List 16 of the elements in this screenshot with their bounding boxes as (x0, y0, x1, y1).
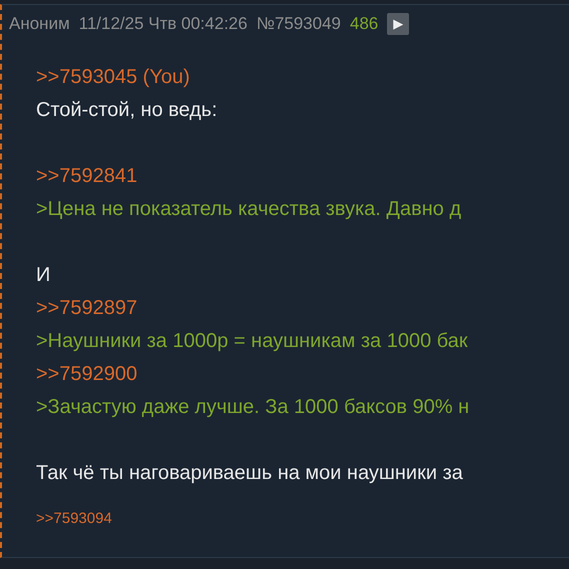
post-text: И (36, 263, 52, 288)
post-count: 486 (350, 14, 378, 34)
reply-link[interactable]: >>7592900 (36, 358, 569, 391)
post-date: 11/12/25 Чтв 00:42:26 (78, 14, 248, 34)
reply-link[interactable]: >>7592841 (36, 160, 569, 193)
post-text: Стой-стой, но ведь: (36, 98, 218, 123)
post-text: Так чё ты наговариваешь на мои наушники за (36, 461, 464, 486)
reply-link[interactable]: >>7592897 (36, 292, 569, 325)
author-name: Аноним (9, 14, 70, 34)
play-button[interactable]: ▶ (387, 13, 410, 35)
reply-link[interactable]: >>7593045 (You) (36, 61, 569, 94)
reply-link[interactable]: >>7593094 (36, 510, 112, 527)
quote-text: >Зачастую даже лучше. За 1000 баксов 90% н (36, 395, 470, 420)
post-number-link[interactable]: №7593049 (256, 14, 341, 34)
quote-text: >Наушники за 1000р = наушникам за 1000 бак (36, 329, 469, 354)
quote-text: >Цена не показатель качества звука. Давно д (36, 197, 462, 222)
